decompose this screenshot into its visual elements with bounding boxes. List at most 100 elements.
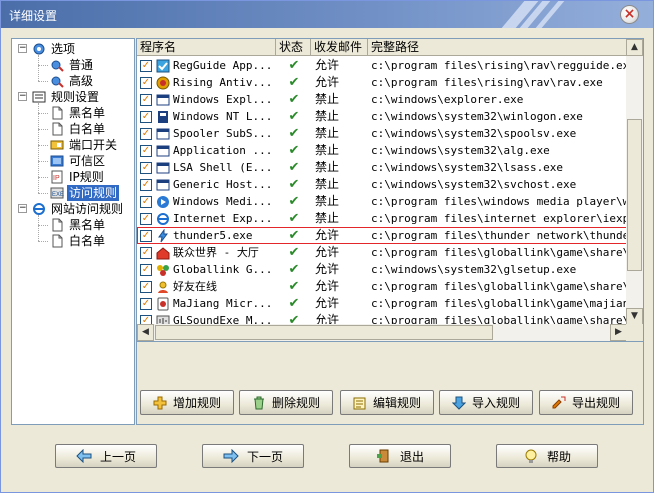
close-button[interactable]: × — [620, 5, 639, 24]
horizontal-scroll-thumb[interactable] — [155, 325, 493, 340]
window-app-icon — [156, 93, 170, 107]
table-row[interactable]: ✓ Application ... ✔ 禁止 c:\windows\system32\a… — [137, 142, 627, 159]
table-row[interactable]: ✓ MaJiang Micr... ✔ 允许 c:\program files\glob… — [137, 295, 627, 312]
tree-node-label: 黑名单 — [69, 106, 106, 120]
tree-node[interactable]: 白名单 — [50, 121, 107, 137]
status-check-icon[interactable]: ✔ — [279, 295, 309, 312]
rule-checkbox[interactable]: ✓ — [140, 297, 152, 310]
next-page-button[interactable]: 下一页 — [202, 444, 304, 468]
tree-node[interactable]: 规则设置 — [32, 89, 101, 105]
delete-rule-button[interactable]: 删除规则 — [239, 390, 333, 415]
export-rule-button[interactable]: 导出规则 — [539, 390, 633, 415]
svg-text:EXE: EXE — [52, 192, 64, 198]
table-row[interactable]: ✓ Windows Medi... ✔ 禁止 c:\program files\wind… — [137, 193, 627, 210]
rule-checkbox[interactable]: ✓ — [140, 110, 152, 123]
vertical-scroll-thumb[interactable] — [627, 119, 642, 271]
scroll-right-button[interactable]: ▶ — [610, 324, 627, 341]
table-row[interactable]: ✓ Windows Expl... ✔ 禁止 c:\windows\explorer.e… — [137, 91, 627, 108]
tree-node[interactable]: 端口开关 — [50, 137, 119, 153]
table-row[interactable]: ✓ Spooler SubS... ✔ 禁止 c:\windows\system32\s… — [137, 125, 627, 142]
status-check-icon[interactable]: ✔ — [279, 244, 309, 261]
status-check-icon[interactable]: ✔ — [279, 227, 309, 244]
rule-checkbox[interactable]: ✓ — [140, 195, 152, 208]
rising-antivirus-icon — [156, 76, 170, 90]
tree-node[interactable]: EXE 访问规则 — [50, 185, 120, 201]
list-header: 程序名 状态 收发邮件 完整路径 — [137, 39, 627, 56]
scroll-left-button[interactable]: ◀ — [137, 324, 154, 341]
tree-node[interactable]: 黑名单 — [50, 105, 107, 121]
title-bar[interactable]: 详细设置 × — [1, 1, 653, 28]
rule-checkbox[interactable]: ✓ — [140, 76, 152, 89]
table-row[interactable]: ✓ 联众世界 - 大厅 ✔ 允许 c:\program files\globallink… — [137, 244, 627, 261]
rule-checkbox[interactable]: ✓ — [140, 127, 152, 140]
rule-checkbox[interactable]: ✓ — [140, 280, 152, 293]
vertical-scrollbar[interactable]: ▲ ▼ — [626, 39, 643, 325]
settings-tree[interactable]: − 选项 普通 高级 − 规则设置 黑名单 白名单 端口开关 可信区 IP IP规则 EXE 访问规则 − 网… — [11, 38, 135, 425]
status-check-icon[interactable]: ✔ — [279, 159, 309, 176]
table-row[interactable]: ✓ Windows NT L... ✔ 禁止 c:\windows\system32\w… — [137, 108, 627, 125]
tree-node[interactable]: 白名单 — [50, 233, 107, 249]
program-cell: ✓ Application ... — [140, 142, 274, 159]
access-rules-list[interactable]: 程序名 状态 收发邮件 完整路径 ✓ RegGuide App... ✔ 允许 c:\p… — [136, 38, 644, 342]
table-row[interactable]: ✓ Rising Antiv... ✔ 允许 c:\program files\risi… — [137, 74, 627, 91]
trusted-zone-icon — [50, 154, 64, 168]
rule-checkbox[interactable]: ✓ — [140, 178, 152, 191]
tree-expander[interactable]: − — [18, 44, 27, 53]
rule-checkbox[interactable]: ✓ — [140, 246, 152, 259]
column-header-status[interactable]: 状态 — [276, 39, 311, 56]
status-check-icon[interactable]: ✔ — [279, 74, 309, 91]
rule-checkbox[interactable]: ✓ — [140, 212, 152, 225]
tree-expander[interactable]: − — [18, 92, 27, 101]
mail-permission: 禁止 — [315, 211, 340, 225]
status-check-icon[interactable]: ✔ — [279, 210, 309, 227]
tree-node[interactable]: 可信区 — [50, 153, 107, 169]
help-button[interactable]: 帮助 — [496, 444, 598, 468]
status-check-icon[interactable]: ✔ — [279, 91, 309, 108]
status-check-icon[interactable]: ✔ — [279, 176, 309, 193]
rule-checkbox[interactable]: ✓ — [140, 93, 152, 106]
add-rule-button[interactable]: 增加规则 — [140, 390, 234, 415]
scroll-up-button[interactable]: ▲ — [626, 39, 643, 56]
regguide-icon — [156, 59, 170, 73]
rule-checkbox[interactable]: ✓ — [140, 263, 152, 276]
program-cell: ✓ Internet Exp... — [140, 210, 274, 227]
tree-node[interactable]: 网站访问规则 — [32, 201, 125, 217]
table-row[interactable]: ✓ LSA Shell (E... ✔ 禁止 c:\windows\system32\l… — [137, 159, 627, 176]
table-row[interactable]: ✓ Globallink G... ✔ 允许 c:\windows\system32\g… — [137, 261, 627, 278]
tree-node[interactable]: 高级 — [50, 73, 95, 89]
tree-node[interactable]: IP IP规则 — [50, 169, 106, 185]
scroll-down-button[interactable]: ▼ — [626, 308, 643, 325]
status-check-icon[interactable]: ✔ — [279, 278, 309, 295]
rule-checkbox[interactable]: ✓ — [140, 144, 152, 157]
status-check-icon[interactable]: ✔ — [279, 125, 309, 142]
tree-node[interactable]: 普通 — [50, 57, 95, 73]
column-header-mail[interactable]: 收发邮件 — [311, 39, 368, 56]
program-path: c:\windows\system32\lsass.exe — [371, 161, 564, 174]
exit-button[interactable]: 退出 — [349, 444, 451, 468]
status-check-icon[interactable]: ✔ — [279, 57, 309, 74]
status-check-icon[interactable]: ✔ — [279, 261, 309, 278]
table-row[interactable]: ✓ Internet Exp... ✔ 禁止 c:\program files\inte… — [137, 210, 627, 227]
table-row[interactable]: ✓ thunder5.exe ✔ 允许 c:\program files\thunder… — [137, 227, 627, 244]
column-header-path[interactable]: 完整路径 — [368, 39, 627, 56]
table-row[interactable]: ✓ 好友在线 ✔ 允许 c:\program files\globallink\game… — [137, 278, 627, 295]
rule-checkbox[interactable]: ✓ — [140, 161, 152, 174]
table-row[interactable]: ✓ Generic Host... ✔ 禁止 c:\windows\system32\s… — [137, 176, 627, 193]
table-row[interactable]: ✓ RegGuide App... ✔ 允许 c:\program files\risi… — [137, 57, 627, 74]
horizontal-scrollbar[interactable]: ◀ ▶ — [137, 324, 627, 341]
rule-checkbox[interactable]: ✓ — [140, 59, 152, 72]
status-check-icon[interactable]: ✔ — [279, 193, 309, 210]
prev-page-button[interactable]: 上一页 — [55, 444, 157, 468]
tree-node[interactable]: 黑名单 — [50, 217, 107, 233]
rule-checkbox[interactable]: ✓ — [140, 229, 152, 242]
column-header-program[interactable]: 程序名 — [137, 39, 276, 56]
window-app-icon — [156, 161, 170, 175]
tree-expander[interactable]: − — [18, 204, 27, 213]
status-check-icon[interactable]: ✔ — [279, 108, 309, 125]
edit-rule-button[interactable]: 编辑规则 — [340, 390, 434, 415]
tree-connector — [38, 193, 48, 194]
document-icon — [50, 122, 64, 136]
program-name: Rising Antiv... — [173, 76, 273, 89]
import-rule-button[interactable]: 导入规则 — [439, 390, 533, 415]
status-check-icon[interactable]: ✔ — [279, 142, 309, 159]
